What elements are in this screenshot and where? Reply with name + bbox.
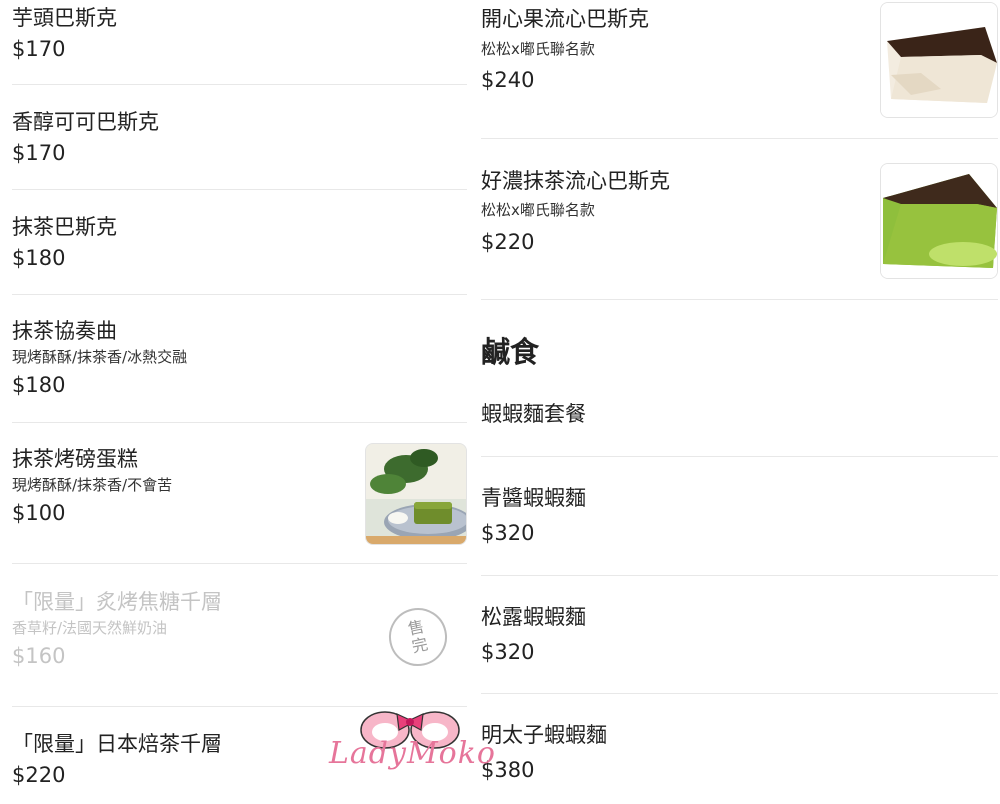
item-price: $100	[12, 501, 66, 525]
item-name: 蝦蝦麵套餐	[481, 402, 586, 426]
item-name: 青醬蝦蝦麵	[481, 486, 586, 510]
item-name: 「限量」日本焙茶千層	[12, 732, 222, 756]
item-name: 明太子蝦蝦麵	[481, 723, 607, 747]
item-name: 好濃抹茶流心巴斯克	[481, 169, 670, 193]
item-price: $160	[12, 644, 66, 668]
item-description: 香草籽/法國天然鮮奶油	[12, 619, 168, 637]
menu-item-pesto-shrimp-noodle[interactable]: 青醬蝦蝦麵 $320	[481, 457, 998, 576]
matcha-basque-cake-photo[interactable]	[880, 163, 998, 279]
sold-out-badge: 售 完	[383, 602, 453, 672]
sold-out-badge-char-2: 完	[409, 634, 430, 657]
item-description: 現烤酥酥/抹茶香/不會苦	[12, 476, 173, 494]
menu-item-cocoa-basque[interactable]: 香醇可可巴斯克 $170	[12, 85, 467, 190]
item-description: 松松x嘟氏聯名款	[481, 201, 595, 219]
item-description: 松松x嘟氏聯名款	[481, 40, 595, 58]
left-menu-column: 芋頭巴斯克 $170 香醇可可巴斯克 $170 抹茶巴斯克 $180 抹茶協奏曲…	[12, 0, 467, 800]
item-name: 抹茶協奏曲	[12, 319, 117, 343]
menu-item-mentaiko-shrimp-noodle[interactable]: 明太子蝦蝦麵 $380	[481, 694, 998, 800]
item-price: $180	[12, 246, 66, 270]
menu-item-matcha-basque[interactable]: 抹茶巴斯克 $180	[12, 190, 467, 295]
menu-item-taro-basque[interactable]: 芋頭巴斯克 $170	[12, 0, 467, 85]
item-name: 松露蝦蝦麵	[481, 605, 586, 629]
menu-item-matcha-lava-basque[interactable]: 好濃抹茶流心巴斯克 松松x嘟氏聯名款 $220	[481, 139, 998, 300]
menu-item-shrimp-noodle-set[interactable]: 蝦蝦麵套餐	[481, 390, 998, 457]
menu-item-matcha-concerto[interactable]: 抹茶協奏曲 現烤酥酥/抹茶香/冰熱交融 $180	[12, 295, 467, 423]
item-name: 抹茶烤磅蛋糕	[12, 447, 138, 471]
pistachio-basque-cake-photo[interactable]	[880, 2, 998, 118]
item-price: $320	[481, 640, 535, 664]
item-price: $170	[12, 141, 66, 165]
item-name: 「限量」炙烤焦糖千層	[12, 590, 222, 614]
item-name: 開心果流心巴斯克	[481, 7, 649, 31]
cake-photo-icon	[881, 3, 997, 117]
item-price: $220	[481, 230, 535, 254]
item-price: $240	[481, 68, 535, 92]
item-name: 芋頭巴斯克	[12, 6, 117, 30]
matcha-pound-cake-photo[interactable]	[365, 443, 467, 545]
menu-item-pistachio-basque[interactable]: 開心果流心巴斯克 松松x嘟氏聯名款 $240	[481, 0, 998, 139]
cake-photo-icon	[366, 444, 466, 544]
item-price: $170	[12, 37, 66, 61]
menu-item-matcha-pound-cake[interactable]: 抹茶烤磅蛋糕 現烤酥酥/抹茶香/不會苦 $100	[12, 423, 467, 564]
item-price: $220	[12, 763, 66, 787]
watermark-text: LadyMoko	[329, 736, 496, 771]
right-menu-column: 開心果流心巴斯克 松松x嘟氏聯名款 $240 好濃抹茶流心巴斯克 松松x嘟氏聯名…	[481, 0, 998, 800]
section-title-savory: 鹹食	[481, 335, 540, 369]
item-name: 抹茶巴斯克	[12, 215, 117, 239]
item-price: $180	[12, 373, 66, 397]
ladymoko-watermark: LadyMoko	[325, 700, 495, 800]
menu-item-caramel-millefeuille[interactable]: 「限量」炙烤焦糖千層 香草籽/法國天然鮮奶油 $160 售 完	[12, 564, 467, 707]
item-description: 現烤酥酥/抹茶香/冰熱交融	[12, 348, 188, 366]
menu-item-truffle-shrimp-noodle[interactable]: 松露蝦蝦麵 $320	[481, 576, 998, 694]
item-price: $320	[481, 521, 535, 545]
cake-photo-icon	[881, 164, 997, 278]
item-name: 香醇可可巴斯克	[12, 110, 159, 134]
